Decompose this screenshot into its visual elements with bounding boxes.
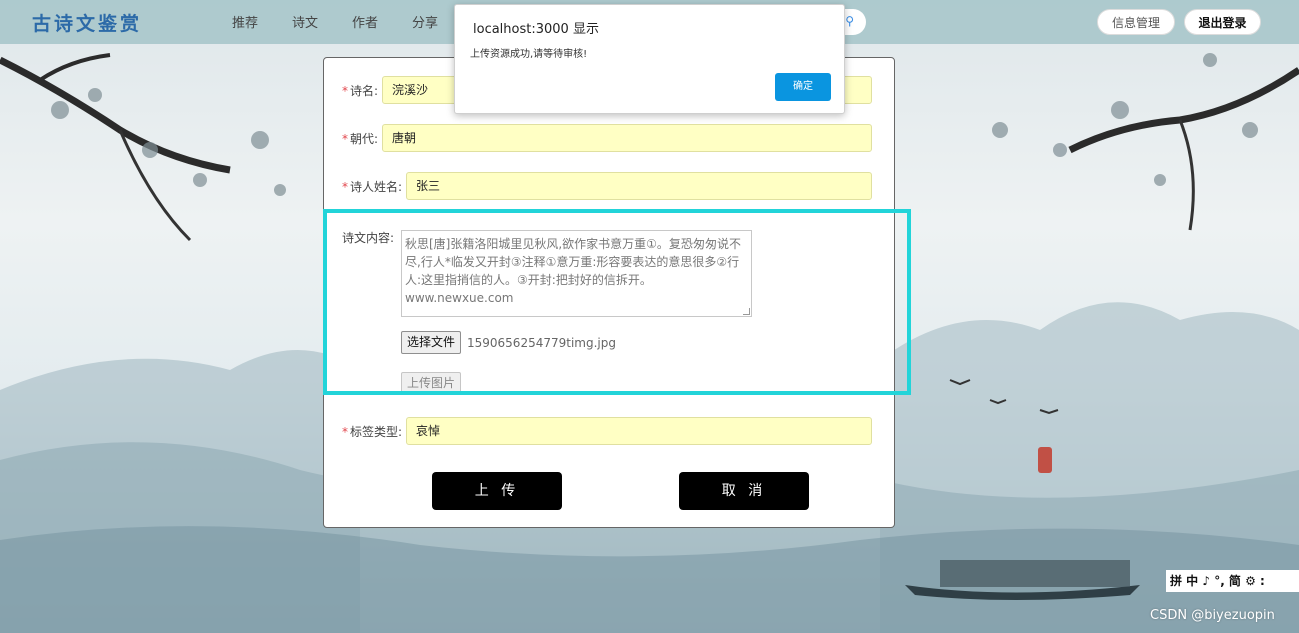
- dynasty-row: * 朝代: 唐朝: [342, 124, 873, 152]
- content-label: 诗文内容:: [342, 231, 395, 245]
- cancel-button[interactable]: 取 消: [679, 472, 809, 510]
- nav-item-recommend[interactable]: 推荐: [232, 12, 258, 31]
- dialog-title: localhost:3000 显示: [473, 22, 599, 37]
- dialog-ok-button[interactable]: 确定: [775, 73, 831, 101]
- upload-form: * 诗名: 浣溪沙 * 朝代: 唐朝 * 诗人姓名: 张三 诗文内容: 秋思[唐]张籍…: [323, 57, 895, 528]
- resize-grip-icon[interactable]: [743, 308, 750, 315]
- alert-dialog: localhost:3000 显示 上传资源成功,请等待审核! 确定: [454, 4, 845, 114]
- main-nav: 推荐 诗文 作者 分享: [232, 12, 472, 31]
- info-management-button[interactable]: 信息管理: [1097, 9, 1175, 35]
- search-icon[interactable]: ⚲: [845, 14, 854, 28]
- content-text: 秋思[唐]张籍洛阳城里见秋风,欲作家书意万重①。复恐匆匆说不尽,行人*临发又开封…: [405, 237, 741, 305]
- site-logo[interactable]: 古诗文鉴赏: [32, 9, 142, 36]
- watermark: CSDN @biyezuopin: [1150, 608, 1275, 623]
- selected-file-name: 1590656254779timg.jpg: [467, 336, 616, 350]
- logout-button[interactable]: 退出登录: [1184, 9, 1261, 35]
- ime-toolbar[interactable]: 拼 中 ♪ °, 简 ⚙ :: [1166, 570, 1299, 592]
- tag-label: * 标签类型:: [342, 424, 403, 439]
- submit-upload-button[interactable]: 上 传: [432, 472, 562, 510]
- author-row: * 诗人姓名: 张三: [342, 172, 873, 200]
- tag-input[interactable]: 哀悼: [406, 417, 873, 445]
- nav-item-authors[interactable]: 作者: [352, 12, 378, 31]
- author-input[interactable]: 张三: [406, 172, 873, 200]
- author-label: * 诗人姓名:: [342, 179, 403, 194]
- nav-item-share[interactable]: 分享: [412, 12, 438, 31]
- content-textarea[interactable]: 秋思[唐]张籍洛阳城里见秋风,欲作家书意万重①。复恐匆匆说不尽,行人*临发又开封…: [401, 230, 752, 317]
- tag-row: * 标签类型: 哀悼: [342, 417, 873, 445]
- upload-image-button[interactable]: 上传图片: [401, 372, 462, 395]
- poem-name-label: * 诗名:: [342, 83, 379, 98]
- choose-file-button[interactable]: 选择文件: [401, 331, 462, 354]
- dynasty-input[interactable]: 唐朝: [382, 124, 873, 152]
- dynasty-label: * 朝代:: [342, 131, 379, 146]
- dialog-message: 上传资源成功,请等待审核!: [470, 49, 588, 60]
- nav-item-poems[interactable]: 诗文: [292, 12, 318, 31]
